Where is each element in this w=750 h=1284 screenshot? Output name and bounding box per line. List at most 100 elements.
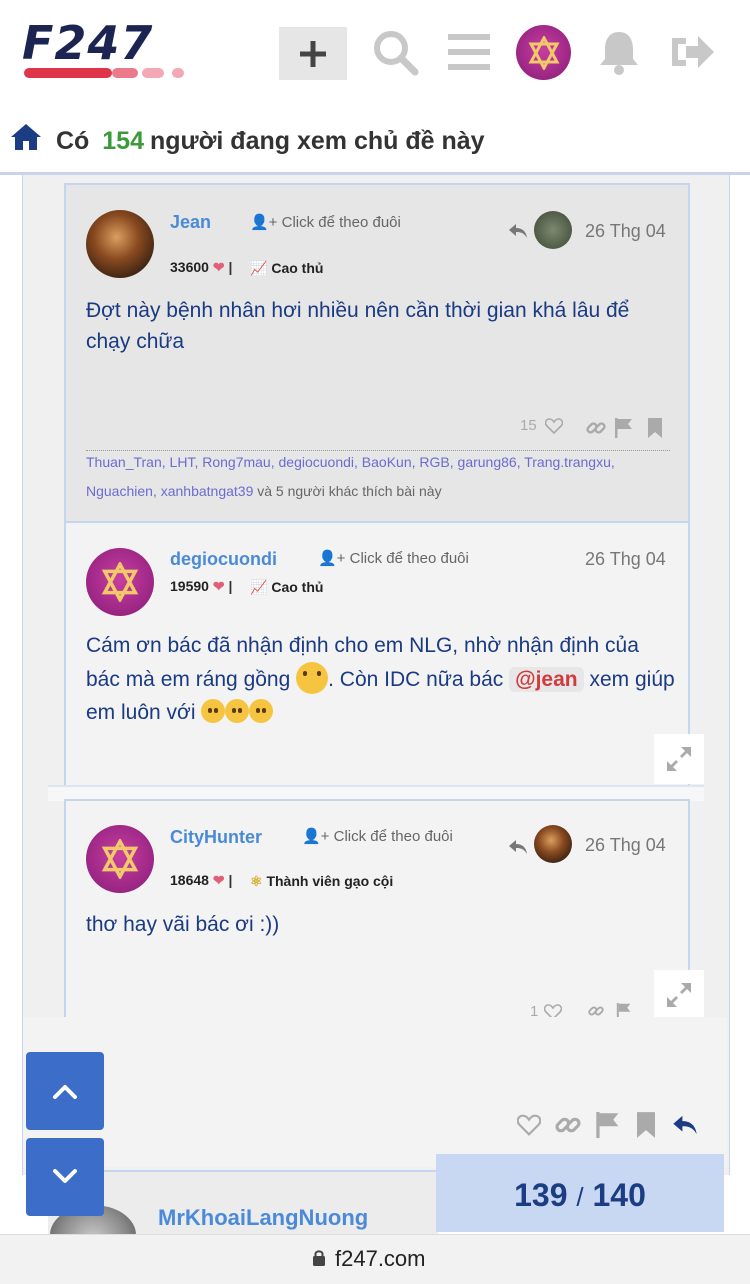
user-points: 19590 ❤ |: [170, 578, 233, 594]
liker-link[interactable]: Trang.trangxu: [524, 454, 611, 470]
liker-link[interactable]: RGB: [419, 454, 449, 470]
user-avatar[interactable]: [516, 25, 571, 80]
kiss-emoji-icon: [296, 662, 329, 694]
star-logo-icon: [527, 35, 560, 70]
post-body: Cám ơn bác đã nhận định cho em NLG, nhờ …: [86, 629, 676, 729]
logout-button[interactable]: [667, 27, 717, 77]
liker-link[interactable]: degiocuondi: [279, 454, 355, 470]
user-points: 33600 ❤ |: [170, 259, 233, 275]
user-rank: 📈 Cao thủ: [250, 579, 323, 596]
liker-link[interactable]: Rong7mau: [202, 454, 271, 470]
likers-list: Thuan_Tran, LHT, Rong7mau, degiocuondi, …: [86, 454, 615, 499]
lock-icon: [312, 1249, 326, 1272]
topic-like-icon[interactable]: [516, 1114, 542, 1141]
user-rank: ⚛ Thành viên gạo cội: [250, 873, 393, 890]
rank-label: Cao thủ: [271, 579, 324, 595]
heart-outline-icon: [544, 417, 563, 434]
follow-label: Click để theo đuôi: [333, 828, 453, 845]
post-date[interactable]: 26 Thg 04: [585, 835, 666, 856]
search-icon: [374, 31, 419, 76]
menu-button[interactable]: [444, 27, 494, 77]
follow-button[interactable]: 👤+ Click để theo đuôi: [250, 213, 401, 231]
chevron-down-icon: [53, 1169, 77, 1183]
logo-stripe: [24, 68, 112, 78]
site-header: F247: [0, 0, 750, 108]
logout-icon: [672, 36, 714, 68]
progress-label: 139 / 140: [436, 1177, 724, 1214]
scroll-up-button[interactable]: [26, 1052, 104, 1130]
progress-separator: /: [576, 1182, 584, 1212]
liker-link[interactable]: Thuan_Tran: [86, 454, 162, 470]
viewers-prefix: Có: [56, 127, 90, 155]
plus-icon: [300, 40, 326, 67]
scroll-down-button[interactable]: [26, 1138, 104, 1216]
progress-total: 140: [592, 1177, 646, 1213]
liker-link[interactable]: LHT: [170, 454, 195, 470]
topic-share-link-icon[interactable]: [555, 1112, 581, 1143]
follow-button[interactable]: 👤+ Click để theo đuôi: [318, 549, 469, 567]
reply-avatar[interactable]: [534, 211, 572, 249]
search-button[interactable]: [370, 27, 420, 77]
avatar[interactable]: [86, 548, 154, 616]
points-value: 18648: [170, 872, 209, 888]
points-value: 19590: [170, 578, 209, 594]
pleading-emoji-icon: [201, 699, 226, 723]
expand-button[interactable]: [654, 734, 704, 784]
share-link-icon[interactable]: [586, 418, 606, 443]
viewers-count: 154: [102, 127, 144, 155]
points-value: 33600: [170, 259, 209, 275]
reply-to-icon[interactable]: [508, 839, 528, 860]
bell-icon: [600, 32, 638, 75]
follow-label: Click để theo đuôi: [281, 214, 401, 231]
follow-button[interactable]: 👤+ Click để theo đuôi: [302, 827, 453, 845]
bookmark-icon[interactable]: [648, 418, 662, 443]
star-logo-icon: [101, 839, 139, 879]
username[interactable]: CityHunter: [170, 827, 262, 848]
post-date[interactable]: 26 Thg 04: [585, 549, 666, 570]
chart-icon: 📈: [250, 579, 268, 595]
post-date[interactable]: 26 Thg 04: [585, 221, 666, 242]
topic-flag-icon[interactable]: [596, 1112, 620, 1143]
follow-icon: 👤+: [250, 214, 278, 231]
medal-icon: ⚛: [250, 873, 263, 889]
liker-link[interactable]: Nguachien: [86, 483, 153, 499]
create-topic-button[interactable]: [279, 27, 347, 80]
reply-to-icon[interactable]: [508, 223, 528, 244]
expand-button[interactable]: [654, 970, 704, 1020]
liker-link[interactable]: xanhbatngat39: [161, 483, 254, 499]
username[interactable]: Jean: [170, 212, 211, 233]
like-button[interactable]: 15: [520, 417, 563, 434]
follow-label: Click để theo đuôi: [349, 550, 469, 567]
topic-footer-area: [23, 1017, 727, 1167]
topic-bookmark-icon[interactable]: [637, 1112, 655, 1143]
menu-icon: [448, 34, 490, 70]
logo-stripe: [112, 68, 138, 78]
liker-link[interactable]: BaoKun: [362, 454, 412, 470]
rank-label: Cao thủ: [271, 260, 324, 276]
notifications-button[interactable]: [594, 27, 644, 77]
like-count: 15: [520, 417, 537, 434]
username[interactable]: MrKhoaiLangNuong: [158, 1205, 368, 1231]
avatar[interactable]: [86, 210, 154, 278]
url-text[interactable]: f247.com: [335, 1246, 426, 1272]
pleading-emoji-icon: [249, 699, 274, 723]
flag-icon[interactable]: [615, 418, 633, 443]
likers-suffix: và 5 người khác thích bài này: [257, 483, 442, 499]
site-logo[interactable]: F247: [22, 18, 153, 68]
home-icon[interactable]: [10, 122, 42, 157]
viewers-suffix: người đang xem chủ đề này: [150, 127, 485, 155]
liker-link[interactable]: garung86: [458, 454, 517, 470]
reply-avatar[interactable]: [534, 825, 572, 863]
reply-icon[interactable]: [672, 1114, 698, 1141]
rank-label: Thành viên gạo cội: [266, 873, 394, 889]
user-rank: 📈 Cao thủ: [250, 260, 323, 277]
heart-icon: ❤: [212, 259, 225, 275]
mention-link[interactable]: @jean: [509, 667, 584, 692]
post-jean: Jean 👤+ Click để theo đuôi 26 Thg 04 336…: [64, 183, 690, 523]
post-body: Đợt này bệnh nhân hơi nhiều nên cần thời…: [86, 299, 630, 353]
username[interactable]: degiocuondi: [170, 549, 277, 570]
user-points: 18648 ❤ |: [170, 872, 233, 888]
follow-icon: 👤+: [318, 550, 346, 567]
avatar[interactable]: [86, 825, 154, 893]
progress-current: 139: [514, 1177, 568, 1213]
